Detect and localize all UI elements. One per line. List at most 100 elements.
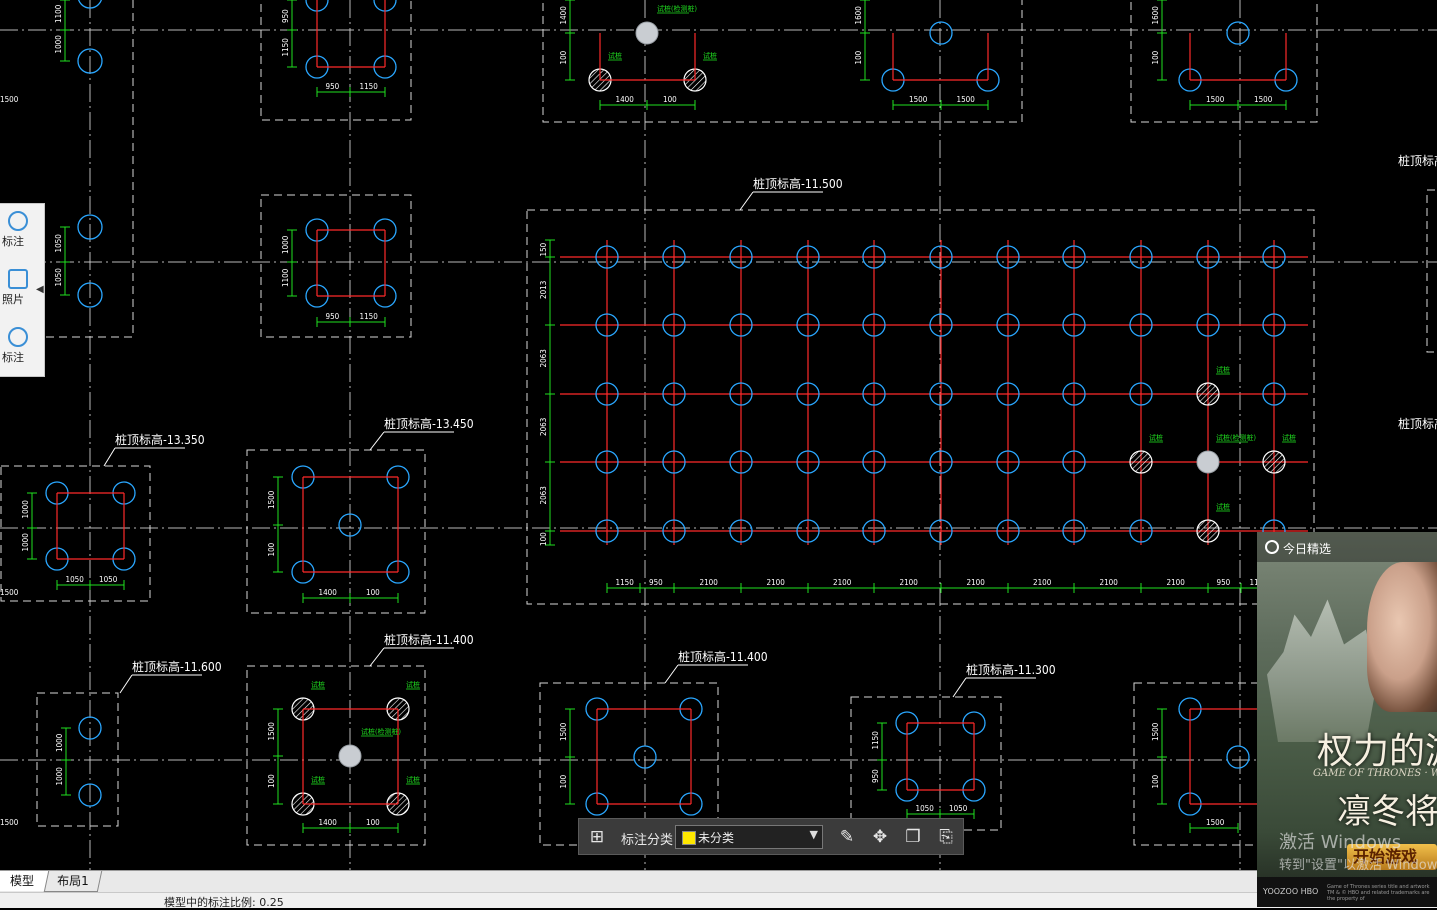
dimension-text: 1500 [0,818,19,827]
status-bar: 模型中的标注比例: 0.25 [0,892,1437,909]
dimension-text: 1500 [0,95,19,104]
tool-photo[interactable]: 照片 [0,264,36,316]
dimension-text: 2100 [1033,578,1052,587]
dimension-text: 1600 [854,6,863,25]
ad-legal-text: Game of Thrones series title and artwork… [1327,884,1430,902]
dimension-text: 100 [267,774,276,788]
ad-header-text: 今日精选 [1283,542,1332,556]
cad-drawing-canvas[interactable]: 1100 1000 1050 1050 950 1150 950 1150 950 1150 100… [0,0,1437,870]
pile-tag: 试桩 [406,775,420,784]
dimension-text: 1500 [267,490,276,509]
dimension-text: 1000 [21,533,30,552]
dimension-text: 950 [649,578,663,587]
dimension-text: 1100 [54,4,63,23]
leader-line [103,447,116,467]
dimension-text: 1500 [0,588,19,597]
dimension-text: 2100 [767,578,786,587]
ad-popup[interactable]: 今日精选 权力的游 GAME OF THRONES · WINTER 凛冬将 开… [1257,532,1437,907]
test-pile [1262,450,1286,474]
category-color-swatch [682,831,696,845]
leader-line [119,674,133,694]
ad-castle-image [1267,599,1377,742]
ad-character-image [1367,562,1437,712]
dimension-text: 1600 [1151,6,1160,25]
dimension-text: 1400 [616,95,635,104]
ad-title-2: 凛冬将 [1337,792,1437,832]
pile-tag: 试桩 [1282,433,1296,442]
pile-top-elevation-label: 桩顶标高-11.400 [678,649,768,664]
ad-subtitle: GAME OF THRONES · WINTER [1313,768,1437,779]
cad-svg[interactable]: 1100 1000 1050 1050 950 1150 950 1150 950 1150 100… [0,0,1437,870]
pile-tag: 试桩 [703,51,717,60]
dimension-text: 1500 [267,722,276,741]
dimension-text: 100 [267,542,276,556]
dimension-text: 1500 [861,0,880,2]
pile-tag: 试桩 [1149,433,1163,442]
annotation-category-select[interactable]: 未分类 ▼ [675,825,823,849]
dimension-text: 1100 [281,268,290,287]
edit-icon[interactable]: ✎ [836,826,858,848]
pile-tag: 试桩(检测桩) [361,727,401,736]
annotation-category-value: 未分类 [698,831,735,845]
pile-top-elevation-label: 桩顶标高-11.400 [384,632,474,647]
ad-logo-icon [1265,540,1279,554]
dimension-text: 100 [663,95,677,104]
move-icon[interactable]: ✥ [869,826,891,848]
dimension-text: 100 [559,50,568,64]
dimension-text: 100 [366,818,380,827]
dimension-text: 150 [539,242,548,256]
pile-top-elevation-label: 桩顶标高-11.500 [753,176,843,191]
grid-icon[interactable]: ⊞ [586,826,608,848]
dimension-text: 1050 [54,234,63,253]
pile-top-elevation-label: 桩顶标高- [1398,416,1437,431]
annotation-category-label: 标注分类 [621,833,674,848]
dimension-text: 100 [1151,50,1160,64]
photo-search-icon [8,269,28,289]
dimension-text: 2013 [539,281,548,299]
dimension-text: 1400 [319,588,338,597]
dimension-text: 1000 [281,235,290,254]
dimension-text: 1150 [360,82,379,91]
layout-tabs: 模型 布局1 [0,870,1437,893]
dimension-text: 1500 [909,95,928,104]
collapse-arrow-icon[interactable]: ◀ [36,282,44,298]
pile-circle [1226,21,1250,45]
pile-circle [929,21,953,45]
dimension-text: 100 [559,774,568,788]
pile-tag: 试桩 [311,775,325,784]
dimension-text: 950 [1217,578,1231,587]
pile-top-elevation-label: 桩顶标高-11.600 [132,659,222,674]
copy-icon[interactable]: ❐ [902,826,924,848]
dimension-text: 1400 [559,6,568,25]
dimension-text: 1400 [274,0,293,2]
paste-icon[interactable]: ⎘ [935,826,957,848]
dimension-text: 1050 [916,804,935,813]
person-icon [8,327,28,347]
dimension-text: 1500 [1206,818,1225,827]
pile-top-elevation-label: 桩顶标高-13.350 [115,432,205,447]
pile-tag: 试桩 [608,51,622,60]
inspection-pile [338,744,362,768]
dimension-text: 1050 [54,268,63,287]
tool-annotate[interactable]: 标注 [0,206,36,258]
dimension-text: 100 [854,50,863,64]
dimension-text: 2063 [539,418,548,436]
ad-brand-logos: YOOZOO HBO [1263,887,1319,896]
pile-top-elevation-label: 桩顶标高-11.300 [966,662,1056,677]
leader-line [739,191,754,211]
ad-title: 权力的游 [1317,731,1437,772]
dimension-text: 950 [281,9,290,23]
dimension-text: 1500 [957,95,976,104]
dimension-text: 1150 [616,578,635,587]
ad-header: 今日精选 [1257,532,1437,562]
dimension-text: 1500 [1206,95,1225,104]
activate-windows-hint: 转到"设置"以激活 Windows [1279,858,1437,873]
tab-layout1[interactable]: 布局1 [43,871,102,892]
pile-cap-outline [1426,189,1437,353]
leader-line [664,664,679,684]
tool-person-annotate[interactable]: 标注 [0,322,36,374]
refresh-icon [8,211,28,231]
tab-model[interactable]: 模型 [0,871,49,891]
dimension-text: 1000 [21,500,30,519]
pile-circle [1226,745,1250,769]
